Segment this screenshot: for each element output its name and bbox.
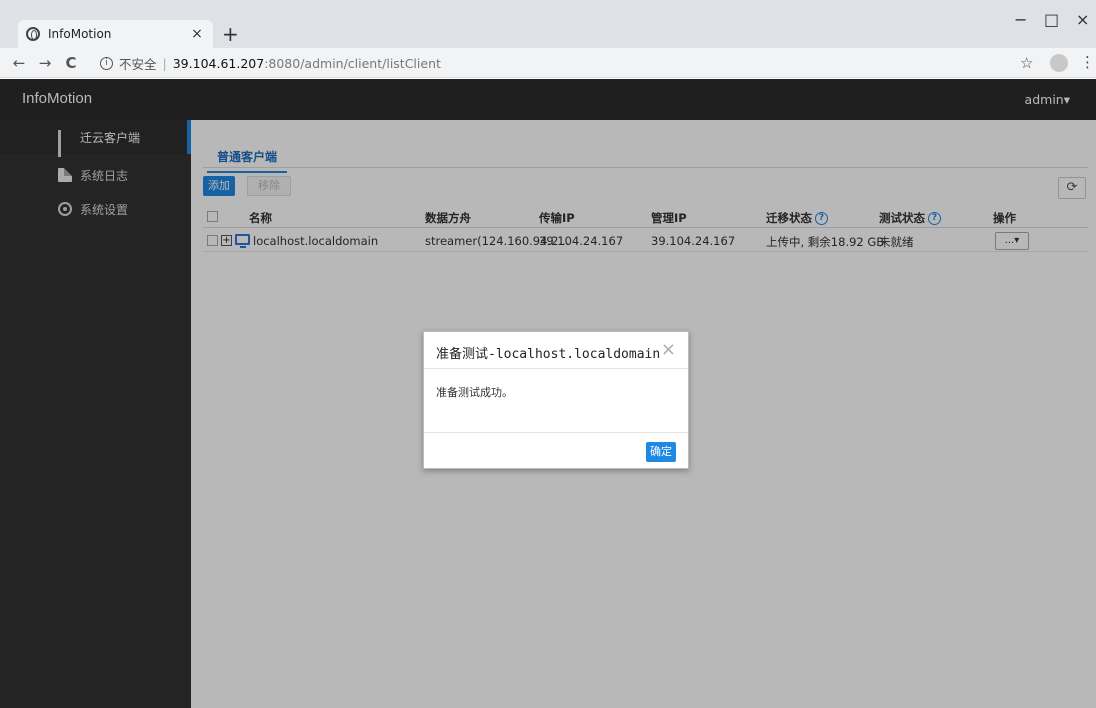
back-icon[interactable]: ← (6, 54, 32, 72)
browser-tab[interactable]: InfoMotion × (18, 20, 213, 48)
forward-icon[interactable]: → (32, 54, 58, 72)
minimize-icon[interactable]: − (1014, 10, 1027, 29)
bookmark-star-icon[interactable]: ☆ (1020, 54, 1033, 72)
globe-icon (26, 27, 40, 41)
info-icon[interactable]: i (100, 56, 113, 70)
browser-menu-icon[interactable]: ⋮ (1080, 53, 1095, 71)
dialog-footer: 确定 (424, 432, 688, 468)
dialog-close-icon[interactable]: × (661, 339, 676, 360)
tab-close-icon[interactable]: × (189, 26, 205, 42)
test-ready-dialog: 准备测试-localhost.localdomain × 准备测试成功。 确定 (423, 331, 689, 469)
profile-avatar-icon[interactable] (1050, 54, 1068, 72)
window-close-icon[interactable]: × (1076, 10, 1089, 29)
reload-icon[interactable]: C (58, 54, 84, 72)
maximize-icon[interactable]: □ (1044, 10, 1059, 29)
url-field[interactable]: i 不安全 | 39.104.61.207 :8080/admin/client… (100, 52, 1000, 74)
address-bar: ← → C i 不安全 | 39.104.61.207 :8080/admin/… (0, 48, 1096, 78)
browser-tab-title: InfoMotion (48, 27, 112, 41)
browser-tab-strip: InfoMotion × + − □ × (0, 0, 1096, 48)
dialog-message: 准备测试成功。 (436, 386, 513, 399)
dialog-header: 准备测试-localhost.localdomain × (424, 332, 688, 369)
not-secure-label: 不安全 (119, 56, 157, 72)
url-path: :8080/admin/client/listClient (264, 55, 441, 71)
url-host: 39.104.61.207 (172, 55, 265, 71)
new-tab-button[interactable]: + (222, 22, 239, 46)
dialog-title: 准备测试-localhost.localdomain (436, 347, 661, 362)
confirm-button[interactable]: 确定 (646, 442, 676, 462)
url-separator: | (162, 55, 167, 71)
